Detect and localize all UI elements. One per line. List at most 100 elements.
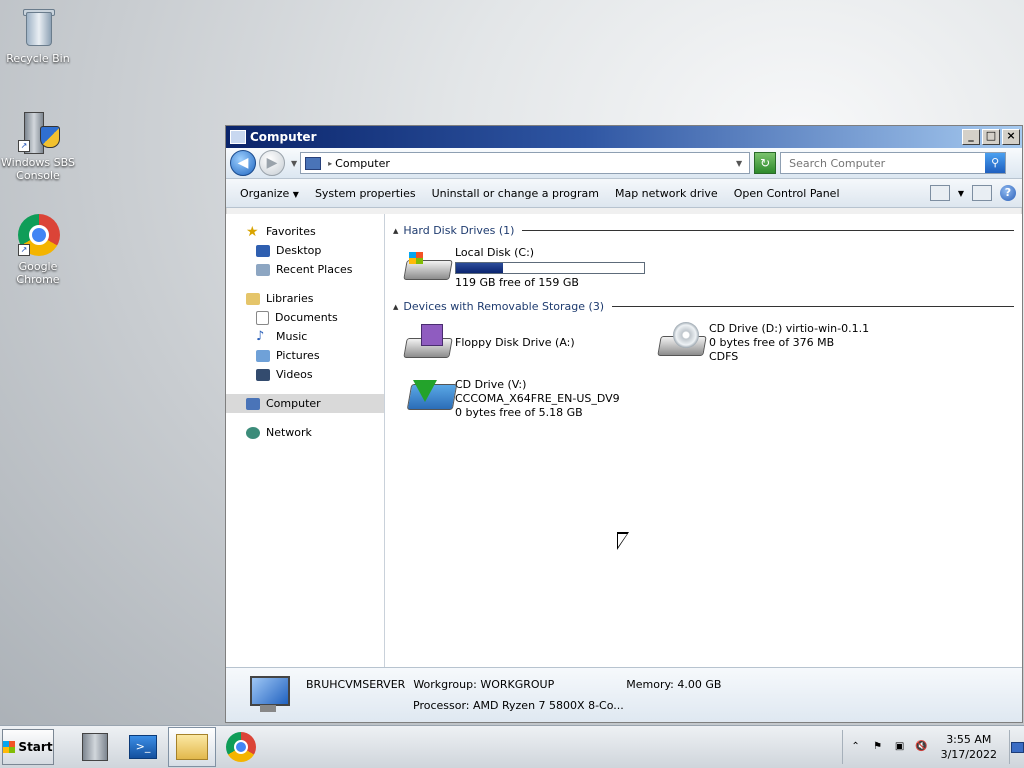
nav-network[interactable]: Network — [226, 423, 384, 442]
nav-label: Favorites — [266, 225, 316, 238]
help-icon[interactable]: ? — [1000, 185, 1016, 201]
computer-icon — [246, 397, 260, 410]
drive-name: Local Disk (C:) — [455, 246, 535, 259]
server-manager-icon — [82, 733, 108, 761]
address-bar[interactable]: ▸ Computer ▼ — [300, 152, 751, 174]
chevron-down-icon: ▼ — [292, 189, 299, 199]
maximize-button[interactable]: □ — [982, 129, 1000, 145]
drive-free-space: 119 GB free of 159 GB — [455, 276, 579, 289]
title-bar[interactable]: Computer _ □ × — [226, 126, 1022, 148]
change-view-icon[interactable] — [929, 185, 950, 201]
group-header-removable[interactable]: ▲ Devices with Removable Storage (3) — [393, 300, 1014, 313]
show-desktop-button[interactable] — [1009, 730, 1024, 764]
nav-documents[interactable]: Documents — [226, 308, 384, 327]
hard-disk-icon — [403, 246, 453, 282]
open-control-panel-button[interactable]: Open Control Panel — [726, 184, 848, 203]
navigation-pane: ★ Favorites Desktop Recent Places Librari… — [226, 214, 385, 667]
search-icon[interactable]: ⚲ — [985, 153, 1006, 173]
nav-label: Libraries — [266, 292, 314, 305]
disk-usage-fill — [456, 263, 503, 273]
nav-label: Computer — [266, 397, 321, 410]
desktop-icon — [256, 244, 270, 257]
nav-computer[interactable]: Computer — [226, 394, 384, 413]
desktop-icon-recycle-bin[interactable]: Recycle Bin — [0, 6, 78, 65]
minimize-button[interactable]: _ — [962, 129, 980, 145]
organize-button[interactable]: Organize ▼ — [232, 184, 307, 203]
breadcrumb-computer[interactable]: Computer — [335, 157, 733, 170]
star-icon: ★ — [246, 223, 259, 240]
nav-label: Documents — [275, 311, 338, 324]
refresh-button[interactable]: ↻ — [754, 152, 777, 174]
desktop-icon-label: Recycle Bin — [6, 52, 70, 65]
nav-videos[interactable]: Videos — [226, 365, 384, 384]
nav-label: Music — [276, 330, 308, 343]
forward-button[interactable]: ▶ — [259, 150, 285, 176]
drive-d[interactable]: CD Drive (D:) virtio-win-0.1.1 0 bytes f… — [657, 322, 869, 364]
recent-pages-dropdown[interactable]: ▼ — [291, 159, 297, 168]
group-label: Devices with Removable Storage (3) — [403, 300, 605, 313]
preview-pane-icon[interactable] — [972, 185, 992, 201]
nav-desktop[interactable]: Desktop — [226, 241, 384, 260]
processor-label: Processor: AMD Ryzen 7 5800X 8-Co... — [413, 699, 624, 712]
documents-icon — [256, 310, 269, 325]
explorer-icon — [176, 734, 208, 760]
nav-recent-places[interactable]: Recent Places — [226, 260, 384, 279]
sbs-console-icon: ↗ — [18, 110, 60, 154]
back-button[interactable]: ◀ — [230, 150, 256, 176]
nav-favorites[interactable]: ★ Favorites — [226, 222, 384, 241]
breadcrumb-arrow-icon[interactable]: ▸ — [328, 159, 332, 168]
drive-c[interactable]: Local Disk (C:) 119 GB free of 159 GB — [403, 246, 645, 290]
clock-date: 3/17/2022 — [940, 748, 997, 761]
window-title: Computer — [250, 130, 317, 144]
drive-a[interactable]: Floppy Disk Drive (A:) — [403, 324, 575, 360]
drive-free-space: 0 bytes free of 376 MB — [709, 336, 835, 349]
disk-usage-bar — [455, 262, 645, 274]
nav-pictures[interactable]: Pictures — [226, 346, 384, 365]
taskbar-powershell[interactable]: >_ — [120, 728, 166, 766]
clock[interactable]: 3:55 AM 3/17/2022 — [941, 732, 997, 762]
volume-muted-icon[interactable]: 🔇 — [915, 740, 929, 754]
start-button[interactable]: Start — [2, 729, 54, 765]
recycle-bin-icon — [18, 6, 58, 50]
nav-label: Network — [266, 426, 312, 439]
uninstall-program-button[interactable]: Uninstall or change a program — [424, 184, 607, 203]
nav-music[interactable]: ♪ Music — [226, 327, 384, 346]
nav-libraries[interactable]: Libraries — [226, 289, 384, 308]
desktop-icon-chrome[interactable]: ↗ Google Chrome — [0, 214, 78, 286]
system-properties-button[interactable]: System properties — [307, 184, 424, 203]
show-desktop-icon — [1010, 741, 1024, 753]
computer-name: BRUHCVMSERVER — [306, 678, 406, 691]
chrome-icon: ↗ — [18, 214, 60, 258]
clock-time: 3:55 AM — [946, 733, 992, 746]
music-icon: ♪ — [256, 328, 265, 344]
group-header-hard-disks[interactable]: ▲ Hard Disk Drives (1) — [393, 224, 1014, 237]
search-box[interactable]: ⚲ — [780, 152, 1007, 174]
explorer-window: Computer _ □ × ◀ ▶ ▼ ▸ Computer ▼ ↻ ⚲ Or… — [225, 125, 1023, 723]
action-center-flag-icon[interactable]: ⚑ — [871, 740, 885, 754]
show-hidden-icons-icon[interactable]: ⌃ — [849, 740, 863, 754]
cd-install-icon — [403, 378, 458, 414]
details-pane: BRUHCVMSERVER Workgroup: WORKGROUP Memor… — [226, 667, 1022, 722]
content-pane: ▲ Hard Disk Drives (1) Local Disk (C:) 11… — [385, 214, 1022, 667]
workgroup-value: WORKGROUP — [480, 678, 555, 691]
close-button[interactable]: × — [1002, 129, 1020, 145]
system-tray: ⌃ ⚑ ▣ 🔇 3:55 AM 3/17/2022 — [841, 730, 1024, 764]
videos-icon — [256, 368, 270, 381]
arrow-left-icon: ◀ — [237, 155, 249, 171]
taskbar-explorer[interactable] — [168, 727, 216, 767]
taskbar-chrome[interactable] — [218, 728, 264, 766]
command-bar: Organize ▼ System properties Uninstall o… — [226, 179, 1022, 208]
search-input[interactable] — [787, 155, 986, 171]
taskbar-server-manager[interactable] — [72, 728, 118, 766]
nav-label: Videos — [276, 368, 313, 381]
chrome-icon — [226, 732, 256, 762]
address-dropdown-icon[interactable]: ▼ — [736, 159, 742, 168]
workgroup-label: Workgroup: WORKGROUP — [413, 678, 555, 691]
network-icon[interactable]: ▣ — [893, 740, 907, 754]
drive-v[interactable]: CD Drive (V:) CCCOMA_X64FRE_EN-US_DV9 0 … — [403, 378, 620, 420]
view-dropdown-icon[interactable]: ▼ — [958, 189, 964, 198]
recent-places-icon — [256, 263, 270, 276]
map-network-drive-button[interactable]: Map network drive — [607, 184, 726, 203]
desktop-icon-sbs-console[interactable]: ↗ Windows SBS Console — [0, 110, 78, 182]
desktop-icon-label: Google Chrome — [16, 260, 60, 286]
